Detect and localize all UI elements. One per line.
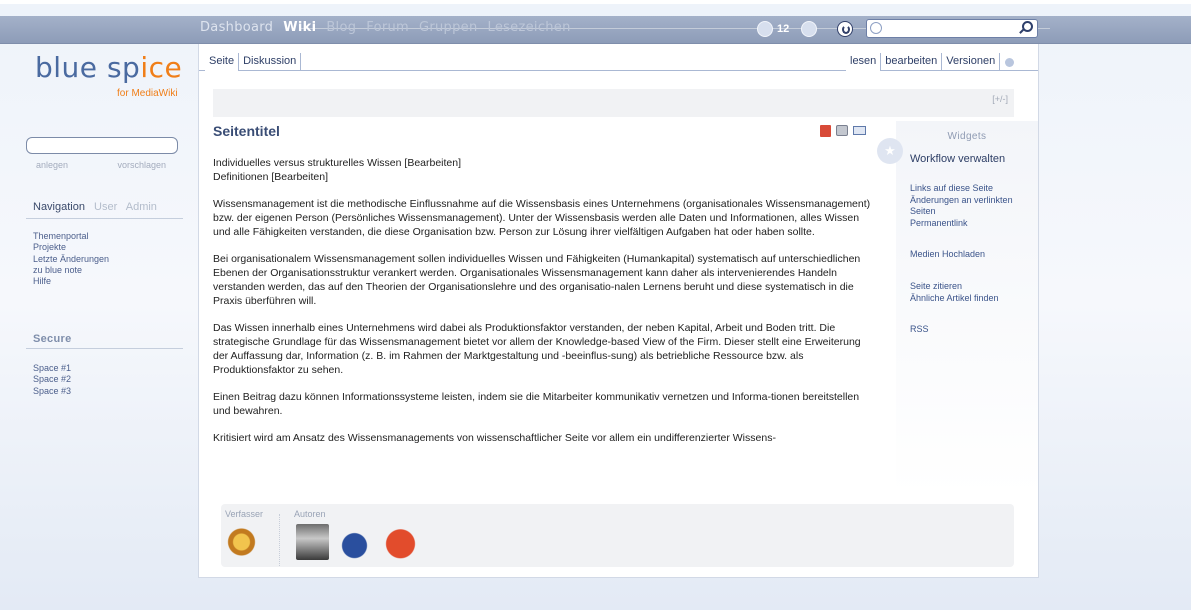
sidebar-tab-navigation[interactable]: Navigation bbox=[33, 201, 85, 213]
nav-gruppen[interactable]: Gruppen bbox=[419, 20, 478, 35]
tab-diskussion[interactable]: Diskussion bbox=[239, 53, 302, 71]
pdf-icon[interactable] bbox=[820, 125, 831, 137]
section-link[interactable]: Individuelles versus strukturelles Wisse… bbox=[213, 156, 878, 170]
paragraph: Bei organisationalem Wissensmanagement s… bbox=[213, 253, 861, 307]
content-area: Seite Diskussion lesen bearbeiten Versio… bbox=[198, 44, 1039, 578]
page-actions bbox=[820, 125, 866, 137]
nav-dashboard[interactable]: Dashboard bbox=[200, 20, 273, 35]
secure-heading: Secure bbox=[33, 333, 72, 345]
authors-separator bbox=[279, 514, 281, 566]
creator-label: Verfasser bbox=[225, 509, 264, 519]
global-search-input[interactable] bbox=[866, 19, 1038, 38]
sidebar-item-space-3[interactable]: Space #3 bbox=[33, 386, 71, 397]
secure-divider bbox=[26, 348, 183, 349]
nav-lesezeichen[interactable]: Lesezeichen bbox=[488, 20, 571, 35]
page-title: Seitentitel bbox=[213, 123, 280, 139]
sidebar-item-blue-note[interactable]: zu blue note bbox=[33, 265, 109, 276]
sidebar-search-input[interactable] bbox=[26, 137, 178, 154]
print-icon[interactable] bbox=[836, 125, 848, 136]
sidebar-tab-user[interactable]: User bbox=[94, 201, 117, 213]
toggle-toolbar-button[interactable]: [+/-] bbox=[992, 94, 1008, 104]
workflow-link[interactable]: Workflow verwalten bbox=[910, 153, 1005, 165]
sidebar-tab-admin[interactable]: Admin bbox=[126, 201, 157, 213]
mail-icon[interactable] bbox=[853, 126, 866, 135]
avatar[interactable] bbox=[296, 524, 329, 560]
widget-link[interactable]: Ähnliche Artikel finden bbox=[910, 293, 1035, 305]
widget-link[interactable]: Änderungen an verlinkten Seiten bbox=[910, 195, 1035, 218]
paragraph: Wissensmanagement ist die methodische Ei… bbox=[213, 198, 871, 238]
sidebar-item-hilfe[interactable]: Hilfe bbox=[33, 276, 109, 287]
sidebar-item-themenportal[interactable]: Themenportal bbox=[33, 231, 109, 242]
logo-wordmark: blue spice bbox=[35, 51, 183, 84]
tab-versionen[interactable]: Versionen bbox=[942, 53, 1001, 71]
logout-icon[interactable] bbox=[837, 21, 854, 37]
avatar[interactable] bbox=[225, 524, 258, 560]
page-tabs: Seite Diskussion bbox=[205, 53, 302, 71]
widget-link[interactable]: RSS bbox=[910, 324, 1035, 336]
secure-list: Space #1 Space #2 Space #3 bbox=[33, 363, 71, 397]
sidebar-search-actions: anlegen vorschlagen bbox=[26, 160, 176, 170]
authors-label: Autoren bbox=[294, 509, 326, 519]
more-actions-icon[interactable] bbox=[1005, 57, 1015, 67]
widgets-panel: ★ Widgets Workflow verwalten Links auf d… bbox=[877, 121, 1038, 496]
search-options-icon[interactable] bbox=[870, 22, 882, 34]
logo[interactable]: blue spice for MediaWiki bbox=[35, 51, 183, 99]
widgets-title: Widgets bbox=[947, 131, 987, 142]
main-nav: Dashboard Wiki Blog Forum Gruppen Leseze… bbox=[200, 20, 571, 35]
messages-icon[interactable] bbox=[757, 21, 773, 37]
widget-links: Links auf diese Seite Änderungen an verl… bbox=[910, 183, 1035, 336]
nav-blog[interactable]: Blog bbox=[326, 20, 356, 35]
avatar[interactable] bbox=[338, 524, 371, 560]
nav-forum[interactable]: Forum bbox=[366, 20, 409, 35]
toolbar-area: [+/-] bbox=[213, 89, 1014, 117]
top-navigation-bar: Dashboard Wiki Blog Forum Gruppen Leseze… bbox=[0, 16, 1191, 44]
tab-lesen[interactable]: lesen bbox=[846, 53, 882, 71]
sidebar-nav-list: Themenportal Projekte Letzte Änderungen … bbox=[33, 231, 109, 287]
paragraph: Einen Beitrag dazu können Informationssy… bbox=[213, 391, 860, 417]
widget-link[interactable]: Permanentlink bbox=[910, 218, 1035, 230]
section-list: Individuelles versus strukturelles Wisse… bbox=[213, 156, 878, 184]
create-page-link[interactable]: anlegen bbox=[36, 160, 68, 170]
widget-link[interactable]: Medien Hochladen bbox=[910, 249, 1035, 261]
sidebar-item-space-2[interactable]: Space #2 bbox=[33, 374, 71, 385]
section-link[interactable]: Definitionen [Bearbeiten] bbox=[213, 170, 878, 184]
widget-link[interactable]: Seite zitieren bbox=[910, 281, 1035, 293]
sidebar-divider bbox=[26, 218, 183, 219]
suggest-link[interactable]: vorschlagen bbox=[117, 160, 166, 170]
tab-seite[interactable]: Seite bbox=[205, 53, 240, 71]
sidebar-item-space-1[interactable]: Space #1 bbox=[33, 363, 71, 374]
user-tools: 12 bbox=[757, 21, 854, 37]
authors-panel: Verfasser Autoren bbox=[221, 504, 1014, 567]
top-strip bbox=[0, 0, 1191, 4]
sidebar-item-letzte-aenderungen[interactable]: Letzte Änderungen bbox=[33, 254, 109, 265]
avatar[interactable] bbox=[384, 524, 417, 560]
message-count[interactable]: 12 bbox=[777, 23, 789, 35]
tab-bearbeiten[interactable]: bearbeiten bbox=[881, 53, 943, 71]
paragraph: Das Wissen innerhalb eines Unternehmens … bbox=[213, 322, 861, 376]
nav-wiki[interactable]: Wiki bbox=[283, 20, 316, 35]
sidebar-tabs: Navigation User Admin bbox=[33, 201, 163, 213]
logo-subtitle: for MediaWiki bbox=[117, 88, 178, 99]
widget-link[interactable]: Links auf diese Seite bbox=[910, 183, 1035, 195]
user-icon[interactable] bbox=[801, 21, 818, 37]
sidebar-item-projekte[interactable]: Projekte bbox=[33, 242, 109, 253]
article-body: Individuelles versus strukturelles Wisse… bbox=[213, 156, 878, 458]
search-icon[interactable] bbox=[1022, 21, 1033, 32]
paragraph: Kritisiert wird am Ansatz des Wissensman… bbox=[213, 432, 776, 444]
view-tabs: lesen bearbeiten Versionen bbox=[846, 53, 1015, 71]
